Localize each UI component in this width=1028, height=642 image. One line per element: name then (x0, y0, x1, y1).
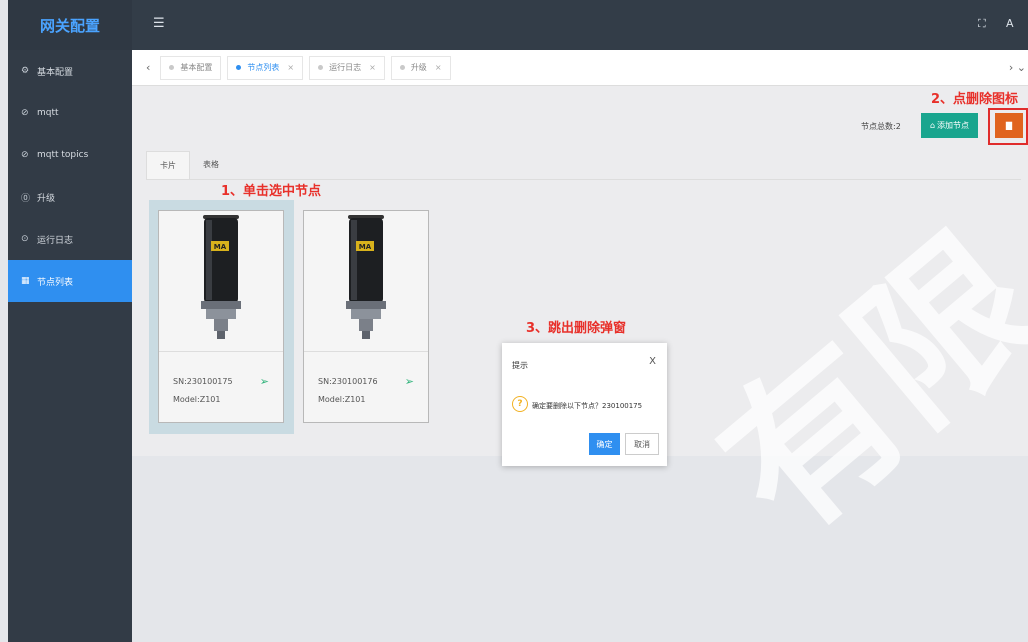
card-footer: SN:230100176 Model:Z101 ➢ (304, 351, 428, 423)
tab-label: 运行日志 (329, 63, 362, 72)
tab-bar: ‹ 基本配置 节点列表 × 运行日志 × 升级 × › ⌄ (132, 50, 1028, 86)
question-icon: ? (512, 396, 528, 412)
node-model: Model:Z101 (318, 395, 366, 404)
tab-close-icon[interactable]: × (369, 63, 376, 72)
tab-basic-config[interactable]: 基本配置 (160, 55, 222, 80)
add-node-label: 添加节点 (937, 121, 970, 130)
fullscreen-icon[interactable]: ⛶ (978, 17, 986, 31)
panel-header: 节点总数:2 ⌂ 添加节点 ▇ (132, 86, 1028, 146)
list-icon: ▦ (21, 276, 30, 286)
device-image: MA (304, 211, 428, 351)
sidebar-item-mqtt-topics[interactable]: ⊘ mqtt topics (8, 134, 132, 176)
tab-table-view[interactable]: 表格 (190, 151, 232, 178)
cancel-button[interactable]: 取消 (625, 433, 659, 455)
dialog-message: 确定要删除以下节点？230100175 (532, 402, 643, 410)
node-sn: SN:230100176 (318, 377, 378, 386)
log-icon: ⊙ (21, 234, 29, 244)
tab-label: 升级 (410, 63, 427, 72)
annotation-step1: 1、单击选中节点 (221, 184, 322, 199)
node-card[interactable]: MA SN:230100176 Model:Z101 ➢ (303, 210, 429, 423)
tab-label: 基本配置 (180, 63, 213, 72)
sidebar-item-label: mqtt topics (37, 150, 89, 160)
sidebar-item-label: 运行日志 (37, 235, 74, 246)
annotation-step2: 2、点删除图标 (931, 92, 1019, 107)
tab-upgrade[interactable]: 升级 × (390, 55, 451, 80)
gear-icon: ⚙ (21, 66, 30, 76)
confirm-button[interactable]: 确定 (589, 433, 620, 455)
tab-close-icon[interactable]: × (287, 63, 294, 72)
delete-confirm-dialog: 提示 X ? 确定要删除以下节点？230100175 确定 取消 (502, 343, 667, 466)
tab-label: 节点列表 (247, 63, 280, 72)
device-image: MA (159, 211, 283, 351)
node-count-label: 节点总数:2 (861, 122, 901, 131)
sidebar-item-label: 基本配置 (37, 67, 74, 78)
sidebar-item-label: 升级 (37, 193, 56, 204)
tab-dot-icon (399, 65, 405, 70)
tab-card-view[interactable]: 卡片 (146, 151, 190, 179)
tab-node-list[interactable]: 节点列表 × (227, 55, 304, 80)
tab-dot-icon (318, 65, 324, 70)
card-footer: SN:230100175 Model:Z101 ➢ (159, 351, 283, 423)
device-badge: MA (359, 243, 372, 251)
clock-icon: ⊘ (21, 150, 29, 160)
highlight-box (988, 108, 1028, 145)
sidebar-item-label: mqtt (37, 108, 59, 118)
add-node-button[interactable]: ⌂ 添加节点 (921, 113, 978, 138)
node-card[interactable]: MA SN:230100175 Model:Z101 ➢ (158, 210, 284, 423)
sidebar-item-run-log[interactable]: ⊙ 运行日志 (8, 218, 132, 260)
send-icon[interactable]: ➢ (260, 375, 269, 388)
close-icon[interactable]: X (649, 356, 656, 367)
tab-dot-icon (169, 65, 175, 70)
device-badge: MA (214, 243, 227, 251)
sidebar-item-node-list[interactable]: ▦ 节点列表 (8, 260, 132, 302)
upgrade-icon: ⓪ (21, 193, 31, 204)
menu-toggle-icon[interactable]: ☰ (153, 16, 165, 31)
clock-icon: ⊘ (21, 108, 29, 118)
top-header: ☰ ⛶ A (132, 0, 1028, 50)
tab-scroll-left-icon[interactable]: ‹ (132, 61, 160, 74)
tab-scroll-right-icon[interactable]: › ⌄ (1009, 61, 1026, 74)
app-logo: 网关配置 (8, 0, 132, 50)
tab-run-log[interactable]: 运行日志 × (309, 55, 385, 80)
tab-close-icon[interactable]: × (435, 63, 442, 72)
view-tabs: 卡片 表格 (146, 151, 1021, 180)
send-icon[interactable]: ➢ (405, 375, 414, 388)
sidebar: 网关配置 ⚙ 基本配置 ⊘ mqtt ⊘ mqtt topics ⓪ 升级 ⊙ … (8, 0, 132, 642)
annotation-step3: 3、跳出删除弹窗 (526, 321, 627, 336)
sidebar-item-mqtt[interactable]: ⊘ mqtt (8, 92, 132, 134)
sidebar-item-label: 节点列表 (37, 277, 74, 288)
home-icon: ⌂ (929, 121, 936, 130)
user-icon[interactable]: A (1006, 17, 1014, 30)
sidebar-item-upgrade[interactable]: ⓪ 升级 (8, 176, 132, 218)
node-sn: SN:230100175 (173, 377, 233, 386)
tab-dot-icon (236, 65, 242, 70)
sidebar-item-basic-config[interactable]: ⚙ 基本配置 (8, 50, 132, 92)
dialog-title: 提示 (512, 361, 528, 370)
node-model: Model:Z101 (173, 395, 221, 404)
